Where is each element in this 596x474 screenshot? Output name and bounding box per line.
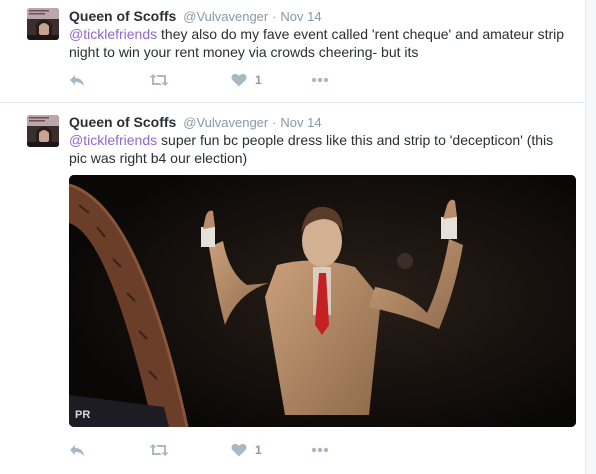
separator: · (272, 115, 277, 130)
more-button[interactable] (311, 440, 329, 460)
reply-icon (70, 445, 84, 456)
avatar[interactable] (27, 8, 59, 40)
tweet-photo[interactable]: PR (69, 175, 576, 427)
more-button[interactable] (311, 70, 329, 90)
retweet-icon (149, 444, 169, 456)
tweet[interactable]: Queen of Scoffs @Vulvavenger · Nov 14 @t… (0, 0, 585, 103)
avatar[interactable] (27, 115, 59, 147)
username[interactable]: @Vulvavenger (183, 9, 268, 24)
tweet-header: Queen of Scoffs @Vulvavenger · Nov 14 (69, 6, 322, 26)
timestamp[interactable]: Nov 14 (280, 9, 321, 24)
reply-button[interactable] (69, 440, 85, 460)
like-button[interactable]: 1 (231, 70, 262, 90)
heart-icon (231, 443, 247, 457)
reply-icon (70, 75, 84, 86)
tweet[interactable]: Queen of Scoffs @Vulvavenger · Nov 14 @t… (0, 103, 585, 474)
timestamp[interactable]: Nov 14 (280, 115, 321, 130)
tweet-header: Queen of Scoffs @Vulvavenger · Nov 14 (69, 112, 322, 132)
retweet-icon (149, 74, 169, 86)
more-icon (311, 447, 329, 453)
display-name[interactable]: Queen of Scoffs (69, 8, 176, 24)
tweet-text: @ticklefriends super fun bc people dress… (69, 131, 569, 167)
mention-link[interactable]: @ticklefriends (69, 26, 157, 42)
like-button[interactable]: 1 (231, 440, 262, 460)
heart-icon (231, 73, 247, 87)
separator: · (272, 9, 277, 24)
tweet-text: @ticklefriends they also do my fave even… (69, 25, 569, 61)
svg-text:PR: PR (75, 409, 90, 421)
username[interactable]: @Vulvavenger (183, 115, 268, 130)
display-name[interactable]: Queen of Scoffs (69, 114, 176, 130)
reply-button[interactable] (69, 70, 85, 90)
retweet-button[interactable] (149, 70, 169, 90)
mention-link[interactable]: @ticklefriends (69, 132, 157, 148)
like-count: 1 (255, 443, 262, 457)
like-count: 1 (255, 73, 262, 87)
scrollbar[interactable] (585, 0, 596, 474)
timeline: Queen of Scoffs @Vulvavenger · Nov 14 @t… (0, 0, 596, 474)
more-icon (311, 77, 329, 83)
retweet-button[interactable] (149, 440, 169, 460)
